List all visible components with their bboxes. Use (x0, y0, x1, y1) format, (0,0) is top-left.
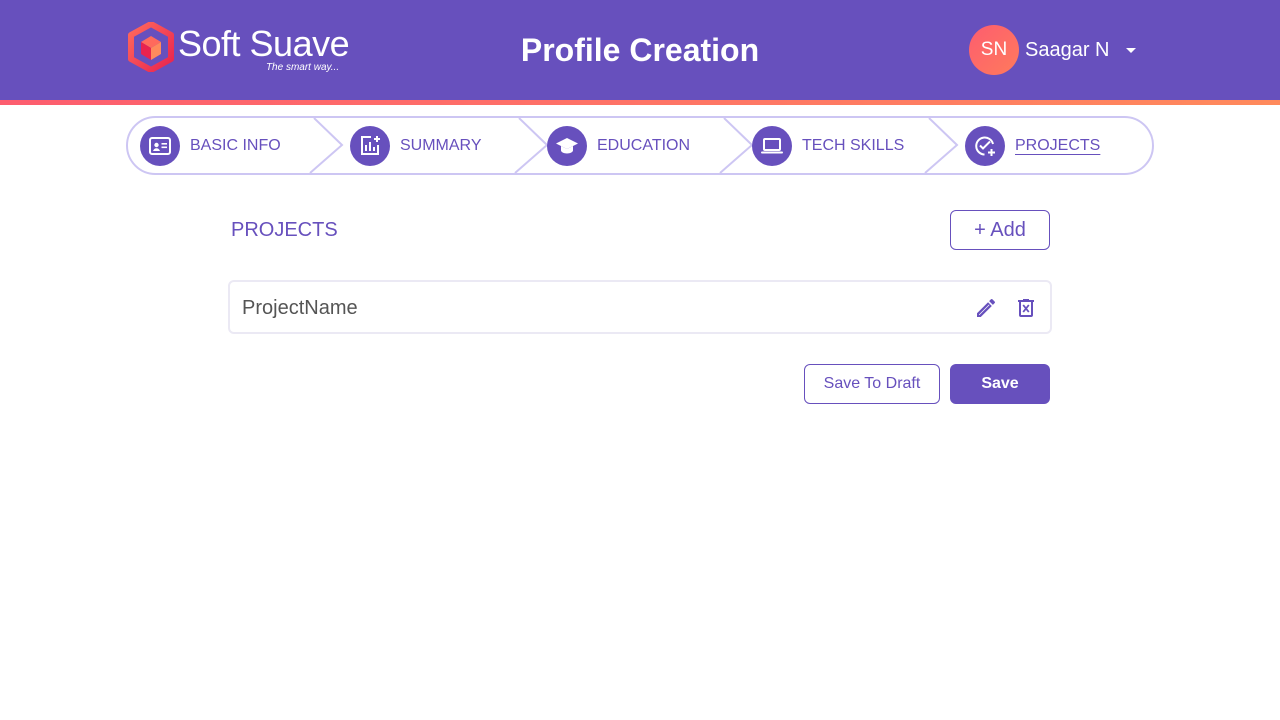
logo-name: Soft Suave (178, 23, 350, 64)
check-plus-icon (965, 126, 1005, 166)
soft-suave-logo[interactable]: Soft Suave The smart way... (128, 22, 368, 80)
list-item: ProjectName (228, 280, 1052, 334)
step-education[interactable]: EDUCATION (547, 125, 690, 167)
graduation-cap-icon (547, 126, 587, 166)
id-card-icon (140, 126, 180, 166)
user-menu[interactable]: SN Saagar N (969, 25, 1136, 75)
header-accent-stripe (0, 100, 1280, 105)
step-projects[interactable]: PROJECTS (965, 125, 1100, 167)
profile-stepper: BASIC INFO SUMMARY EDUCATION TECH SKILLS… (126, 116, 1154, 175)
edit-icon[interactable] (974, 296, 998, 320)
step-label: TECH SKILLS (802, 137, 905, 154)
step-label: PROJECTS (1015, 137, 1101, 154)
add-project-button[interactable]: + Add (950, 210, 1050, 250)
step-label: SUMMARY (400, 137, 482, 154)
save-button[interactable]: Save (950, 364, 1050, 404)
step-summary[interactable]: SUMMARY (350, 125, 482, 167)
section-title: PROJECTS (231, 219, 338, 241)
logo-tagline: The smart way... (265, 62, 340, 73)
step-basic-info[interactable]: BASIC INFO (140, 125, 281, 167)
user-name: Saagar N (1025, 38, 1110, 61)
delete-icon[interactable] (1014, 296, 1038, 320)
save-to-draft-button[interactable]: Save To Draft (804, 364, 940, 404)
project-name: ProjectName (242, 297, 358, 319)
app-header: Soft Suave The smart way... Profile Crea… (0, 0, 1280, 100)
chevron-down-icon (1125, 47, 1136, 53)
page-title: Profile Creation (520, 32, 760, 68)
logo-cube-icon (128, 22, 174, 72)
step-tech-skills[interactable]: TECH SKILLS (752, 125, 904, 167)
laptop-icon (752, 126, 792, 166)
step-label: EDUCATION (597, 137, 691, 154)
avatar: SN (969, 25, 1019, 75)
step-label: BASIC INFO (190, 137, 281, 154)
chart-add-icon (350, 126, 390, 166)
